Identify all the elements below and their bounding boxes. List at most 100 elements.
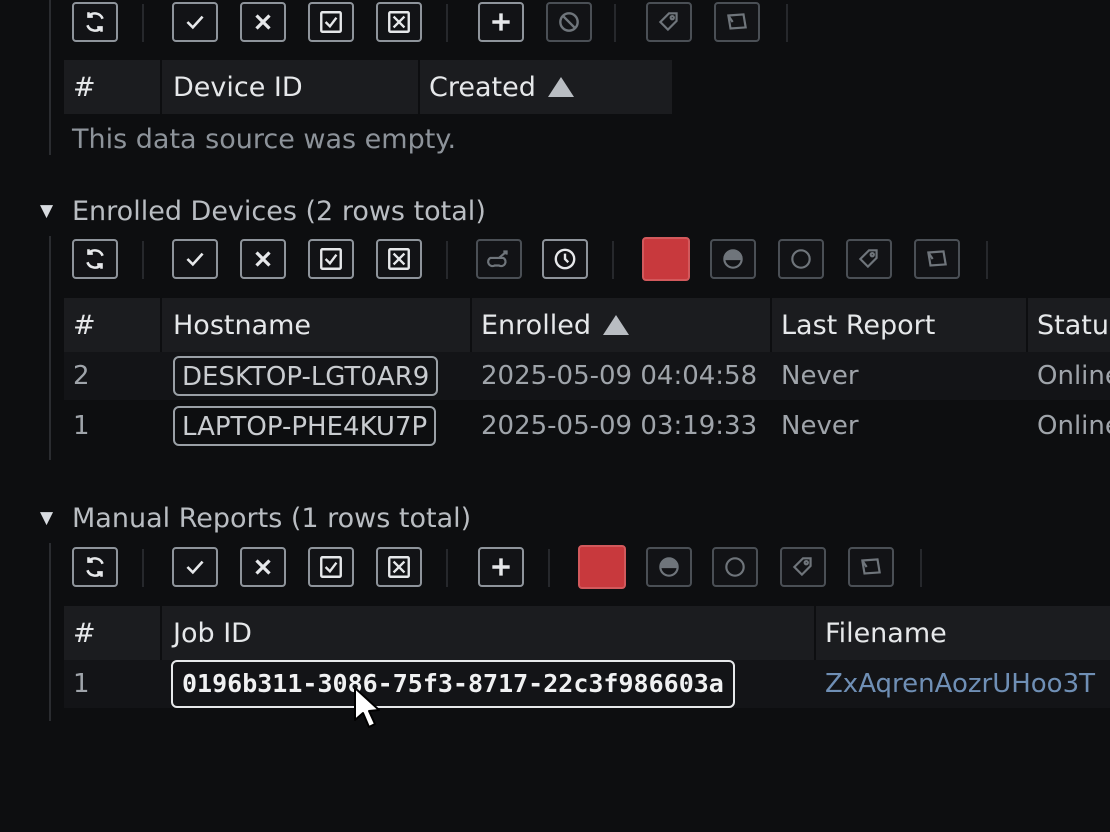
column-header-label: Filename — [825, 617, 947, 649]
column-header[interactable]: Hostname — [164, 298, 472, 352]
export-button[interactable] — [476, 239, 522, 279]
tag-button[interactable] — [646, 2, 692, 42]
hostname-chip[interactable]: DESKTOP-LGT0AR9 — [173, 356, 439, 396]
add-button[interactable] — [478, 547, 524, 587]
column-header[interactable]: Job ID — [164, 606, 816, 660]
checkbox-checked-icon — [320, 11, 342, 33]
label-icon — [727, 13, 747, 30]
check-button[interactable] — [172, 547, 218, 587]
table-row[interactable]: 1 LAPTOP-PHE4KU7P 2025-05-09 03:19:33 Ne… — [64, 402, 1110, 450]
last-report-cell: Never — [781, 411, 859, 441]
cross-button[interactable] — [240, 239, 286, 279]
check-button[interactable] — [172, 2, 218, 42]
empty-message: This data source was empty. — [72, 124, 457, 155]
check-all-button[interactable] — [308, 2, 354, 42]
uncheck-all-button[interactable] — [376, 239, 422, 279]
column-header[interactable]: Status — [1028, 298, 1110, 352]
collapse-triangle-icon: ▼ — [40, 201, 54, 221]
row-number: 1 — [73, 411, 90, 441]
row-number: 1 — [73, 669, 90, 699]
check-all-button[interactable] — [308, 239, 354, 279]
toolbar-separator — [612, 241, 614, 279]
job-id-chip[interactable]: 0196b311-3086-75f3-8717-22c3f986603a — [171, 660, 735, 708]
enrolled-table-header: # Hostname Enrolled Last Report Status — [64, 298, 1110, 352]
column-header[interactable]: # — [64, 60, 162, 114]
hostname-chip[interactable]: LAPTOP-PHE4KU7P — [173, 406, 437, 446]
refresh-icon — [86, 249, 104, 269]
table-row[interactable]: 1 0196b311-3086-75f3-8717-22c3f986603a Z… — [64, 660, 1110, 708]
toolbar-separator — [446, 4, 448, 42]
add-button[interactable] — [478, 2, 524, 42]
column-header-label: Enrolled — [481, 309, 591, 341]
enrolled-cell: 2025-05-09 03:19:33 — [481, 411, 758, 441]
checkbox-cross-icon — [388, 248, 410, 270]
checkbox-cross-icon — [388, 11, 410, 33]
uncheck-all-button[interactable] — [376, 2, 422, 42]
toolbar-separator — [786, 4, 788, 42]
mouse-cursor-icon — [354, 687, 380, 728]
circle-button[interactable] — [778, 239, 824, 279]
refresh-button[interactable] — [72, 239, 118, 279]
toolbar-separator — [446, 241, 448, 279]
filename-cell: ZxAqrenAozrUHoo3T — [816, 660, 1110, 708]
tag-button[interactable] — [846, 239, 892, 279]
plus-icon — [492, 558, 510, 576]
untag-button[interactable] — [914, 239, 960, 279]
untag-button[interactable] — [848, 547, 894, 587]
column-header-label: # — [73, 309, 96, 341]
column-header[interactable]: # — [64, 298, 162, 352]
column-header-label: Job ID — [173, 617, 252, 649]
uncheck-all-button[interactable] — [376, 547, 422, 587]
refresh-button[interactable] — [72, 547, 118, 587]
column-header-label: Status — [1037, 309, 1110, 341]
toolbar-separator — [986, 241, 988, 279]
column-header-label: Last Report — [781, 309, 936, 341]
toolbar-separator — [142, 549, 144, 587]
column-header[interactable]: # — [64, 606, 162, 660]
half-filled-circle-icon — [659, 557, 679, 577]
column-header[interactable]: Device ID — [164, 60, 420, 114]
sort-ascending-icon — [602, 315, 629, 335]
check-button[interactable] — [172, 239, 218, 279]
cross-icon — [255, 14, 271, 30]
filename-link[interactable]: ZxAqrenAozrUHoo3T — [825, 669, 1095, 699]
cross-button[interactable] — [240, 2, 286, 42]
toolbar-separator — [548, 549, 550, 587]
cross-button[interactable] — [240, 547, 286, 587]
refresh-button[interactable] — [72, 2, 118, 42]
red-status-button[interactable] — [578, 545, 626, 589]
half-circle-button[interactable] — [710, 239, 756, 279]
table-row[interactable]: 2 DESKTOP-LGT0AR9 2025-05-09 04:04:58 Ne… — [64, 352, 1110, 400]
tag-icon — [792, 557, 812, 577]
checkbox-checked-icon — [320, 248, 342, 270]
toolbar-separator — [142, 241, 144, 279]
check-icon — [186, 560, 204, 575]
row-number: 2 — [73, 361, 90, 391]
toolbar-separator — [446, 549, 448, 587]
status-cell: Online — [1037, 411, 1110, 441]
toolbar-separator — [142, 4, 144, 42]
last-report-cell: Never — [781, 361, 859, 391]
toolbar-separator — [614, 4, 616, 42]
enrolled-section-header[interactable]: ▼ Enrolled Devices (2 rows total) — [40, 196, 486, 227]
manual-section-header[interactable]: ▼ Manual Reports (1 rows total) — [40, 503, 471, 534]
export-icon — [487, 250, 508, 268]
column-header-sorted[interactable]: Created — [420, 60, 674, 114]
hostname-cell: LAPTOP-PHE4KU7P — [164, 402, 472, 450]
column-header[interactable]: Filename — [816, 606, 1110, 660]
tag-button[interactable] — [780, 547, 826, 587]
schedule-button[interactable] — [542, 239, 588, 279]
section-guide-line — [49, 0, 51, 155]
block-button[interactable] — [546, 2, 592, 42]
untag-button[interactable] — [714, 2, 760, 42]
check-all-button[interactable] — [308, 547, 354, 587]
cross-icon — [255, 251, 271, 267]
half-circle-button[interactable] — [646, 547, 692, 587]
column-header[interactable]: Last Report — [772, 298, 1028, 352]
circle-button[interactable] — [712, 547, 758, 587]
column-header-sorted[interactable]: Enrolled — [472, 298, 772, 352]
column-header-label: # — [73, 617, 96, 649]
plus-icon — [492, 13, 510, 31]
column-header-label: Created — [429, 71, 536, 103]
red-status-button[interactable] — [642, 237, 690, 281]
